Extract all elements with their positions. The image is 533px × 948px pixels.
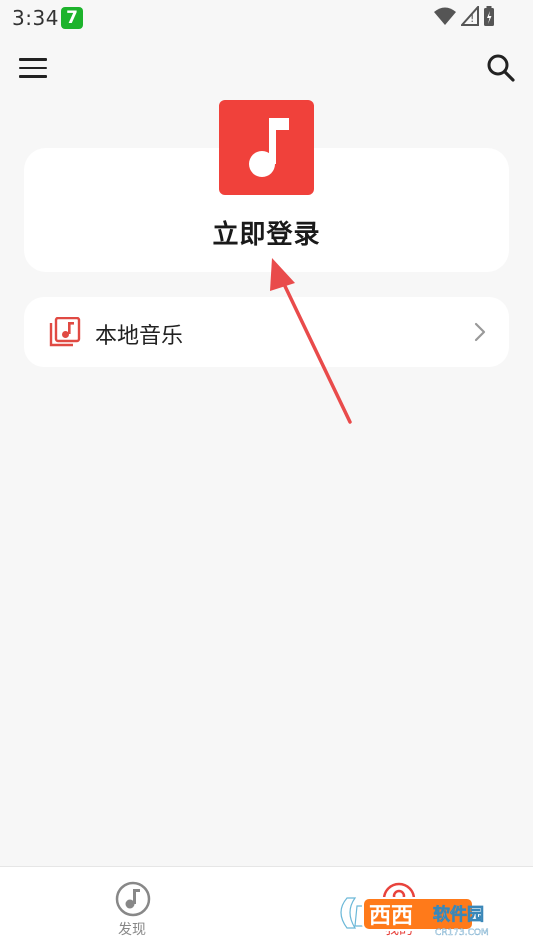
tab-mine[interactable]: 我的 [266,867,532,948]
app-bar [0,36,533,100]
tab-discover[interactable]: 发现 [0,867,266,948]
music-note-circle-icon [115,881,151,917]
app-notification-badge: 7 [61,7,83,29]
profile-icon [381,881,417,917]
hamburger-menu-icon[interactable] [14,50,52,86]
status-icons: ! [433,4,495,31]
tab-discover-label: 发现 [118,922,146,938]
status-time: 3:34 [12,6,59,30]
app-logo[interactable] [219,100,314,195]
svg-text:!: ! [470,12,474,25]
music-note-icon [248,117,289,177]
tab-mine-label: 我的 [385,922,413,938]
cellular-signal-icon: ! [459,4,479,30]
search-icon[interactable] [483,50,519,86]
login-now-button[interactable]: 立即登录 [24,214,509,251]
bottom-nav: 发现 我的 [0,866,533,948]
status-bar: 3:34 7 ! [0,0,533,36]
music-library-icon [49,316,81,347]
local-music-row[interactable]: 本地音乐 [24,297,509,367]
wifi-icon [433,6,457,30]
battery-icon [483,5,495,31]
chevron-right-icon [473,321,487,343]
local-music-label: 本地音乐 [95,324,184,349]
